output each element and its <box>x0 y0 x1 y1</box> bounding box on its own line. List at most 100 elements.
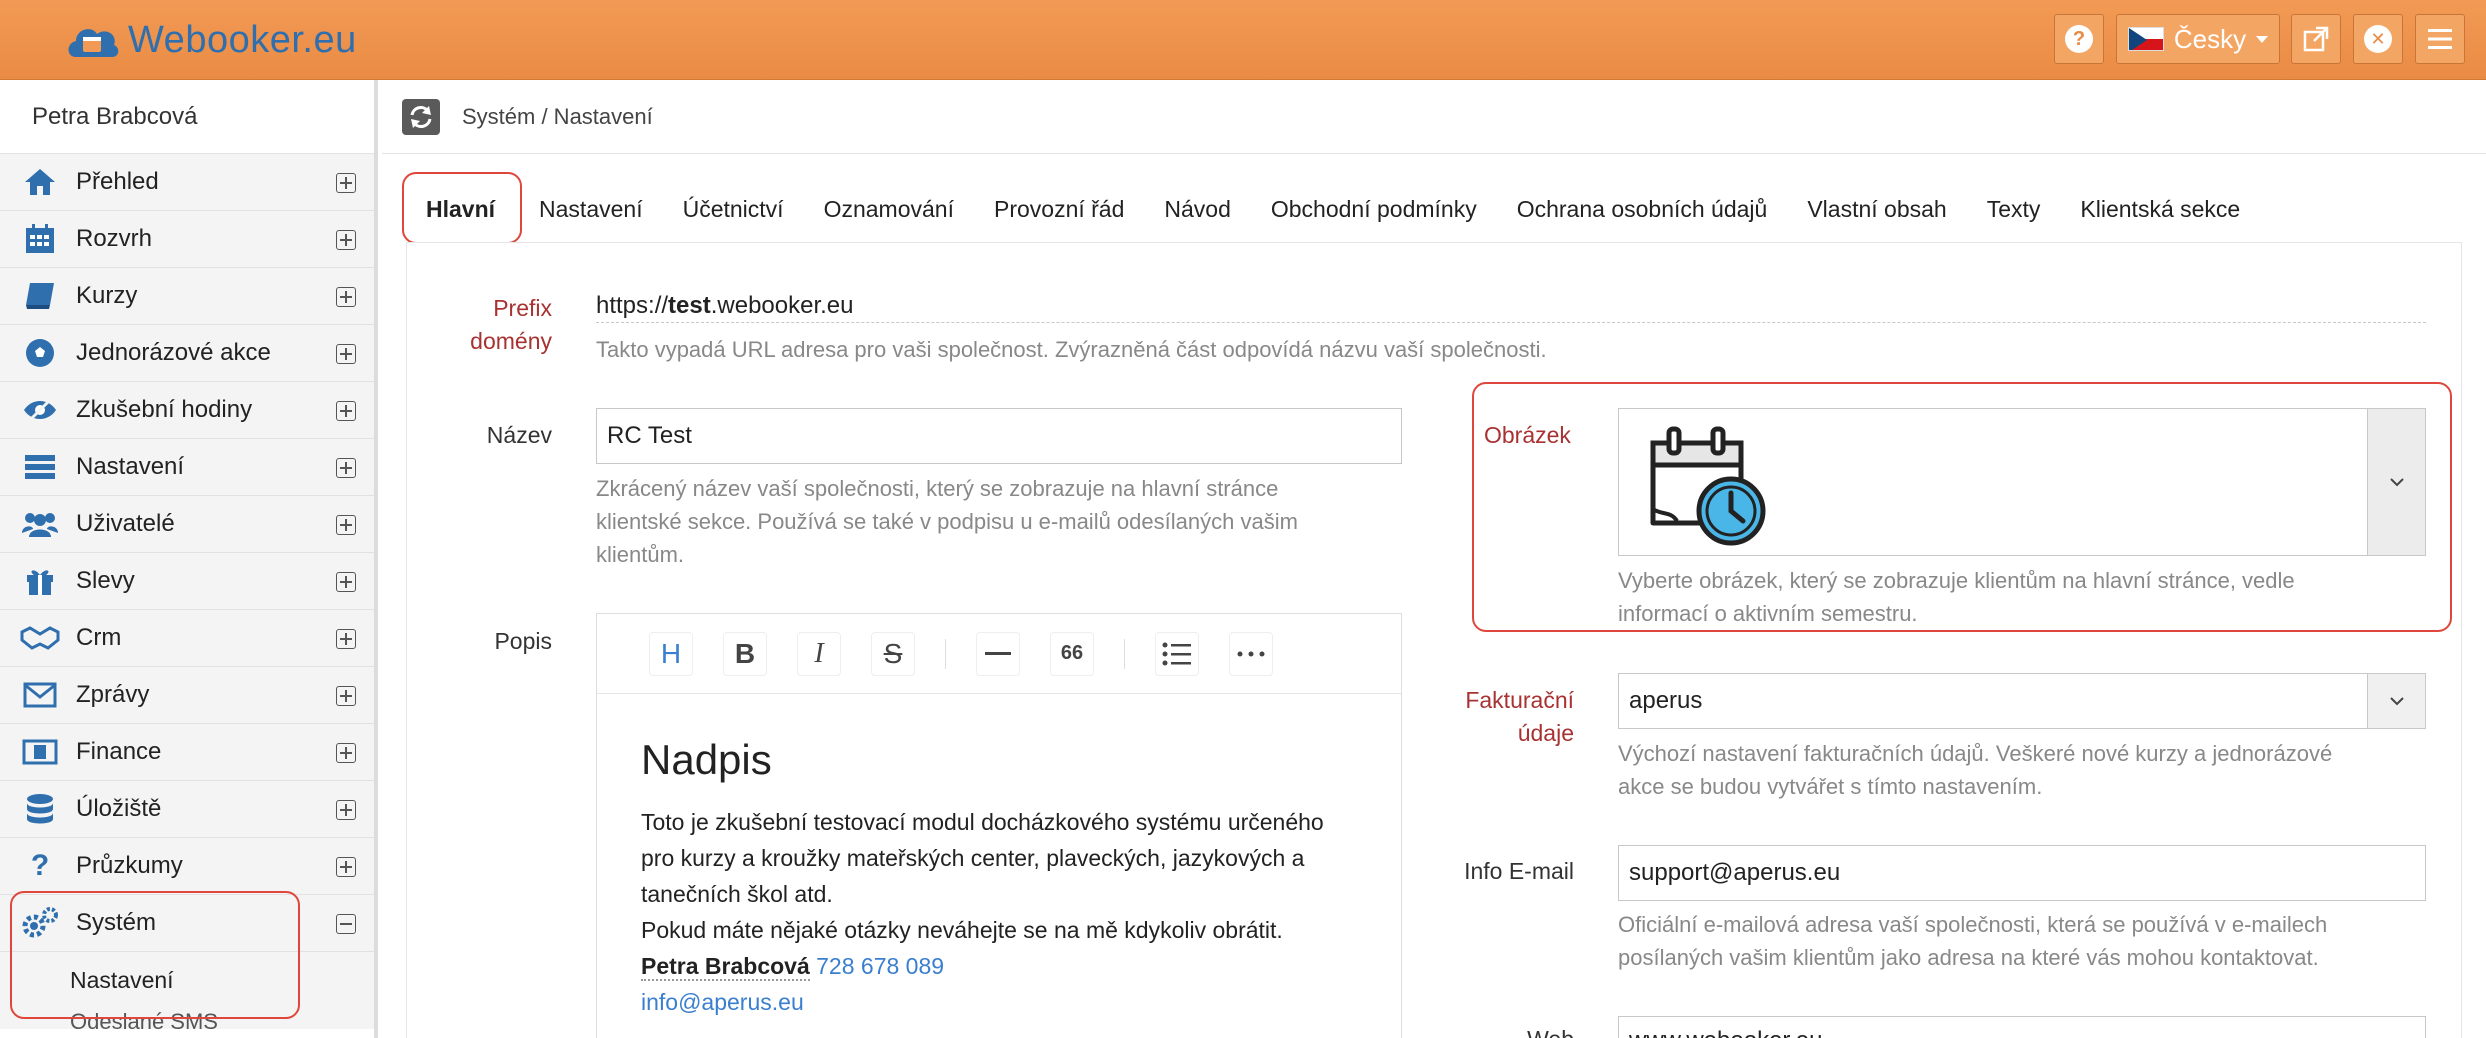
language-select[interactable]: Česky <box>2116 14 2280 64</box>
tab-obchodni-podminky[interactable]: Obchodní podmínky <box>1251 178 1497 240</box>
sidebar-item-prehled[interactable]: Přehled <box>0 154 374 211</box>
tab-vlastni-obsah[interactable]: Vlastní obsah <box>1787 178 1966 240</box>
expand-icon[interactable] <box>336 686 356 706</box>
billing-help: Výchozí nastavení fakturačních údajů. Ve… <box>1618 737 2332 803</box>
tab-oznamovani[interactable]: Oznamování <box>804 178 974 240</box>
help-line: klientům. <box>596 542 685 567</box>
sidebar-item-zpravy[interactable]: Zprávy <box>0 667 374 724</box>
open-external-button[interactable] <box>2291 14 2341 64</box>
help-line: posílaných vašim klientům jako adresa na… <box>1618 945 2319 970</box>
editor-content[interactable]: Nadpis Toto je zkušební testovací modul … <box>597 694 1401 1020</box>
money-icon <box>20 734 60 770</box>
tab-ochrana-osobnich-udaju[interactable]: Ochrana osobních údajů <box>1497 178 1788 240</box>
brand-logo[interactable]: Webooker.eu <box>64 14 357 66</box>
billing-select[interactable]: aperus <box>1618 673 2426 729</box>
sidebar-item-label: Kurzy <box>76 282 138 309</box>
sidebar-item-rozvrh[interactable]: Rozvrh <box>0 211 374 268</box>
tab-texty[interactable]: Texty <box>1967 178 2061 240</box>
expand-icon[interactable] <box>336 401 356 421</box>
calendar-icon <box>20 221 60 257</box>
expand-icon[interactable] <box>336 572 356 592</box>
calendar-clock-icon <box>1647 423 1771 554</box>
italic-button[interactable]: I <box>797 631 841 676</box>
handshake-icon <box>20 620 60 656</box>
tab-ucetnictvi[interactable]: Účetnictví <box>663 178 804 240</box>
sidebar-item-finance[interactable]: Finance <box>0 724 374 781</box>
user-name: Petra Brabcová <box>0 80 374 154</box>
prefix-url-scheme: https:// <box>596 292 669 319</box>
expand-icon[interactable] <box>336 173 356 193</box>
refresh-button[interactable] <box>402 98 440 135</box>
image-help: Vyberte obrázek, který se zobrazuje klie… <box>1618 564 2295 630</box>
email-label: Info E-mail <box>1464 858 1574 884</box>
image-select-toggle[interactable] <box>2367 409 2425 555</box>
sidebar-item-slevy[interactable]: Slevy <box>0 553 374 610</box>
expand-icon[interactable] <box>336 857 356 877</box>
more-button[interactable] <box>1229 631 1273 676</box>
tab-nastaveni[interactable]: Nastavení <box>519 178 663 240</box>
bullet-list-button[interactable] <box>1155 631 1199 676</box>
sidebar-item-zkusebni-hodiny[interactable]: Zkušební hodiny <box>0 382 374 439</box>
name-help: Zkrácený název vaší společnosti, který s… <box>596 472 1298 571</box>
heading-button[interactable]: H <box>649 631 693 676</box>
expand-icon[interactable] <box>336 515 356 535</box>
sidebar-item-uloziste[interactable]: Úložiště <box>0 781 374 838</box>
help-line: Zkrácený název vaší společnosti, který s… <box>596 476 1279 501</box>
prefix-divider <box>596 322 2426 323</box>
horizontal-rule-button[interactable] <box>976 631 1020 676</box>
sidebar-item-nastaveni[interactable]: Nastavení <box>0 439 374 496</box>
logout-button[interactable]: ✕ <box>2353 14 2403 64</box>
menu-button[interactable] <box>2415 14 2465 64</box>
prefix-label: Prefix domény <box>430 292 552 358</box>
billing-select-toggle[interactable] <box>2367 674 2425 728</box>
collapse-icon[interactable] <box>336 914 356 934</box>
breadcrumb: Systém / Nastavení <box>462 103 653 129</box>
expand-icon[interactable] <box>336 230 356 250</box>
soccer-ball-icon <box>20 335 60 371</box>
signature-name: Petra Brabcová <box>641 953 810 981</box>
sidebar-item-pruzkumy[interactable]: ? Průzkumy <box>0 838 374 895</box>
signature-phone-link[interactable]: 728 678 089 <box>816 953 944 979</box>
expand-icon[interactable] <box>336 629 356 649</box>
bold-button[interactable]: B <box>723 631 767 676</box>
image-select[interactable] <box>1618 408 2426 556</box>
users-icon <box>20 506 60 542</box>
list-icon <box>20 449 60 485</box>
quote-button[interactable]: 66 <box>1050 631 1094 676</box>
sidebar-item-label: Úložiště <box>76 795 162 822</box>
caret-down-icon <box>2256 35 2269 43</box>
help-line: klientské sekce. Používá se také v podpi… <box>596 509 1298 534</box>
editor-toolbar: H B I S 66 <box>597 614 1401 694</box>
signature-email-link[interactable]: info@aperus.eu <box>641 984 1357 1020</box>
tab-provozni-rad[interactable]: Provozní řád <box>974 178 1144 240</box>
tab-klientska-sekce[interactable]: Klientská sekce <box>2060 178 2260 240</box>
refresh-icon <box>410 105 432 128</box>
expand-icon[interactable] <box>336 743 356 763</box>
editor-paragraph-line: Toto je zkušební testovací modul docházk… <box>641 809 1324 835</box>
name-input[interactable]: RC Test <box>596 408 1402 464</box>
cloud-calendar-icon <box>64 19 120 61</box>
expand-icon[interactable] <box>336 458 356 478</box>
sidebar-item-uzivatele[interactable]: Uživatelé <box>0 496 374 553</box>
sidebar-item-crm[interactable]: Crm <box>0 610 374 667</box>
description-editor[interactable]: H B I S 66 Nadpis Toto je zkušební testo… <box>596 613 1402 1038</box>
help-button[interactable]: ? <box>2054 14 2104 64</box>
more-dots-icon <box>1237 651 1265 656</box>
sidebar-item-kurzy[interactable]: Kurzy <box>0 268 374 325</box>
sidebar-item-jednorazove-akce[interactable]: Jednorázové akce <box>0 325 374 382</box>
expand-icon[interactable] <box>336 800 356 820</box>
email-input[interactable]: support@aperus.eu <box>1618 845 2426 901</box>
web-input[interactable]: www.webooker.eu <box>1618 1016 2426 1038</box>
question-circle-icon: ? <box>2065 25 2093 53</box>
highlight-system <box>10 891 300 1019</box>
email-help: Oficiální e-mailová adresa vaší společno… <box>1618 908 2327 974</box>
strikethrough-button[interactable]: S <box>871 631 915 676</box>
list-bullets-icon <box>1162 642 1191 665</box>
chevron-down-icon <box>2389 478 2404 487</box>
prefix-url-domain: .webooker.eu <box>710 292 854 319</box>
expand-icon[interactable] <box>336 287 356 307</box>
prefix-url: https://test.webooker.eu <box>596 292 854 320</box>
prefix-label-line: domény <box>470 328 552 354</box>
tab-navod[interactable]: Návod <box>1144 178 1250 240</box>
expand-icon[interactable] <box>336 344 356 364</box>
